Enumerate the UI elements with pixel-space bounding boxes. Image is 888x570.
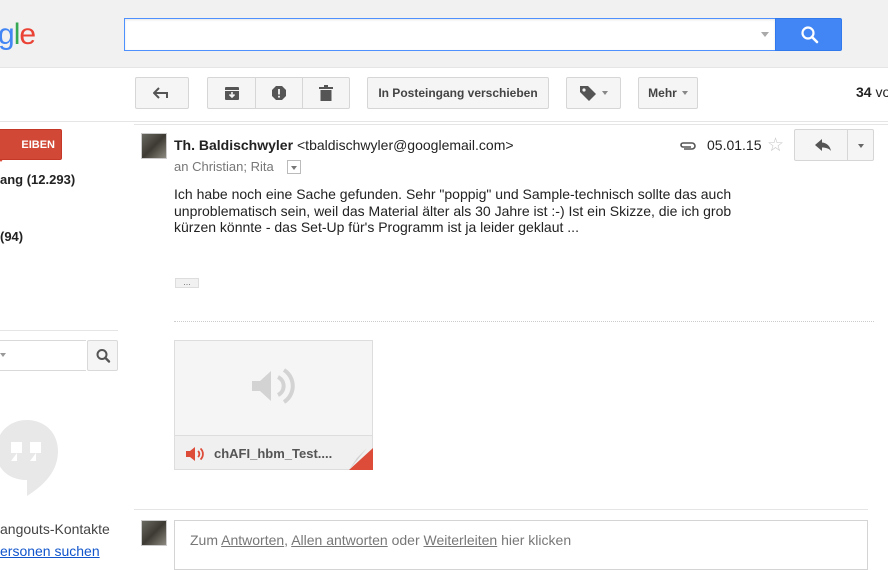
hangouts-search-button[interactable] [87, 340, 118, 371]
attachment-footer: chAFI_hbm_Test.... [175, 435, 372, 469]
reply-more-dropdown[interactable] [847, 129, 874, 161]
sender-avatar[interactable] [141, 133, 167, 159]
move-to-inbox-label: In Posteingang verschieben [378, 86, 538, 100]
sender-email: <tbaldischwyler@googlemail.com> [297, 137, 514, 153]
top-header: gle [0, 0, 888, 68]
hangouts-icon [0, 420, 58, 496]
message-body: Ich habe noch eine Sache gefunden. Sehr … [174, 186, 754, 236]
reply-link[interactable]: Antworten [221, 532, 284, 548]
labels-button[interactable] [566, 77, 621, 109]
quick-reply-prompt: Zum Antworten, Allen antworten oder Weit… [190, 532, 572, 548]
search-icon [801, 26, 819, 44]
forward-link[interactable]: Weiterleiten [424, 532, 498, 548]
compose-button[interactable]: EIBEN [0, 129, 62, 160]
action-toolbar: In Posteingang verschieben Mehr [0, 68, 888, 162]
body-line: Ich habe noch eine Sache gefunden. Sehr … [174, 186, 732, 202]
sidebar-divider [0, 330, 118, 331]
sidebar-item-second[interactable]: (94) [0, 229, 23, 244]
audio-file-icon [252, 368, 295, 404]
speaker-icon [186, 447, 204, 461]
body-line: kürzen könnte - das Set-Up für's Program… [174, 219, 579, 235]
back-button[interactable] [135, 77, 189, 109]
search-options-caret-icon[interactable] [761, 32, 769, 37]
search-input[interactable] [124, 18, 776, 51]
quick-reply-box[interactable]: Zum Antworten, Allen antworten oder Weit… [174, 520, 868, 570]
attachment-corner-fold [349, 448, 373, 470]
more-label: Mehr [648, 86, 677, 100]
more-caret-icon [681, 91, 688, 95]
reply-button[interactable] [794, 129, 848, 161]
hangouts-search-input[interactable] [0, 340, 86, 371]
show-trimmed-content-button[interactable]: ... [175, 278, 199, 288]
hangouts-contacts-label: angouts-Kontakte [0, 521, 110, 537]
hangouts-caret-icon[interactable] [0, 353, 6, 357]
recipients: an Christian; Rita [174, 159, 274, 174]
body-line: unproblematisch sein, weil das Material … [174, 202, 732, 219]
label-tag-icon [580, 86, 596, 101]
reply-all-link[interactable]: Allen antworten [291, 532, 388, 548]
attachment-name: chAFI_hbm_Test.... [214, 446, 333, 461]
archive-icon [224, 87, 239, 100]
message-count: 34 vo [856, 84, 888, 100]
move-to-inbox-button[interactable]: In Posteingang verschieben [367, 77, 549, 109]
sidebar-item-inbox[interactable]: ang (12.293) [0, 172, 75, 187]
more-button[interactable]: Mehr [638, 77, 698, 109]
labels-caret-icon [602, 91, 608, 95]
message-bottom-divider [134, 509, 868, 510]
report-spam-button[interactable] [255, 77, 303, 109]
google-logo[interactable]: gle [0, 18, 36, 52]
search-button[interactable] [775, 18, 842, 51]
sender-name[interactable]: Th. Baldischwyler [174, 137, 293, 153]
my-avatar [141, 520, 167, 546]
attachment-separator [174, 321, 874, 322]
trash-icon [319, 85, 333, 101]
compose-label: EIBEN [21, 138, 55, 151]
find-people-link[interactable]: ersonen suchen [0, 543, 100, 559]
message-top-divider [134, 124, 888, 125]
paperclip-icon [680, 142, 696, 150]
spam-icon [272, 86, 286, 100]
delete-button[interactable] [302, 77, 350, 109]
attachment-card[interactable]: chAFI_hbm_Test.... [174, 340, 373, 470]
reply-arrow-icon [815, 139, 831, 151]
recipients-details-dropdown[interactable] [287, 160, 301, 174]
message-date: 05.01.15 [707, 137, 762, 153]
star-icon[interactable]: ☆ [767, 134, 784, 157]
search-icon [96, 349, 111, 363]
archive-button[interactable] [207, 77, 256, 109]
back-arrow-icon [153, 87, 168, 99]
